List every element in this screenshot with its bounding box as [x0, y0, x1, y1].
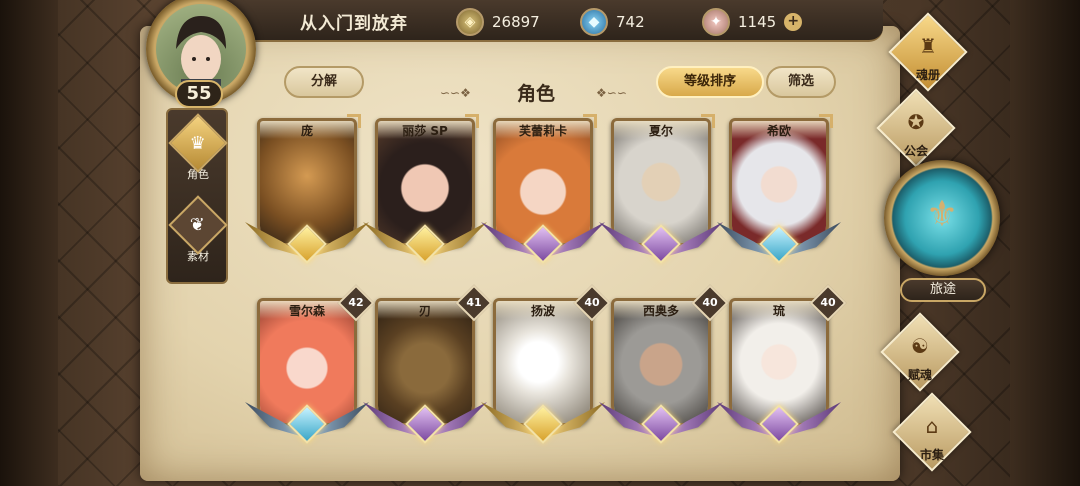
character-icon: ♛ [189, 132, 207, 154]
character-card[interactable]: 雪尔森 42 [245, 284, 375, 448]
market-icon: ⌂ [925, 414, 939, 438]
talent-icon: ☯ [911, 334, 929, 358]
character-card[interactable]: 芙蕾莉卡 [481, 114, 605, 268]
nav-soulbook[interactable]: ♜ 魂册 [878, 12, 978, 98]
gem-currency[interactable]: ✦ 1145 + [702, 8, 803, 36]
compass-icon: ⚜ [925, 194, 959, 235]
gem-value: 1145 [738, 13, 777, 31]
character-card[interactable]: 丽莎 SP [363, 114, 487, 268]
guild-icon: ✪ [907, 110, 925, 134]
character-name: 希欧 [732, 121, 826, 139]
title-ornament-left: ∽∽❖ [440, 86, 471, 100]
character-card[interactable]: 扬波 40 [481, 284, 611, 448]
nav-journey[interactable]: ⚜ 旅途 [884, 160, 1004, 302]
gold-currency: ◈ 26897 [456, 8, 540, 36]
character-card[interactable]: 刃 41 [363, 284, 493, 448]
character-card[interactable]: 庞 [245, 114, 369, 268]
blue-crystal-icon: ◆ [580, 8, 608, 36]
character-name: 丽莎 SP [378, 121, 472, 139]
nav-talent[interactable]: ☯ 赋魂 [870, 312, 970, 398]
gold-coin-icon: ◈ [456, 8, 484, 36]
right-border [1010, 0, 1080, 486]
character-name: 芙蕾莉卡 [496, 121, 590, 139]
sidebar-item-materials[interactable]: ❦ 素材 [168, 195, 228, 272]
title-ornament-right: ❖∽∽ [596, 86, 627, 100]
left-border [0, 0, 58, 486]
player-name: 从入门到放弃 [300, 14, 408, 34]
player-level: 55 [175, 80, 223, 108]
character-card[interactable]: 希欧 [717, 114, 841, 268]
character-card[interactable]: 夏尔 [599, 114, 723, 268]
sort-by-level-button[interactable]: 等级排序 [656, 66, 764, 98]
crystal-currency: ◆ 742 [580, 8, 645, 36]
character-name: 夏尔 [614, 121, 708, 139]
soulbook-icon: ♜ [919, 34, 937, 58]
materials-icon: ❦ [190, 214, 206, 236]
filter-button[interactable]: 筛选 [766, 66, 836, 98]
pink-gem-icon: ✦ [702, 8, 730, 36]
character-name: 庞 [260, 121, 354, 139]
character-card[interactable]: 西奥多 40 [599, 284, 729, 448]
page-title: 角色 [517, 83, 556, 105]
left-sidebar: ♛ 角色 ❦ 素材 [166, 108, 228, 284]
crystal-value: 742 [616, 13, 645, 31]
character-card[interactable]: 琉 40 [717, 284, 847, 448]
decompose-button[interactable]: 分解 [284, 66, 364, 98]
gold-value: 26897 [492, 13, 540, 31]
add-gem-button[interactable]: + [784, 13, 803, 31]
sidebar-item-characters[interactable]: ♛ 角色 [168, 113, 228, 190]
nav-market[interactable]: ⌂ 市集 [882, 392, 982, 478]
